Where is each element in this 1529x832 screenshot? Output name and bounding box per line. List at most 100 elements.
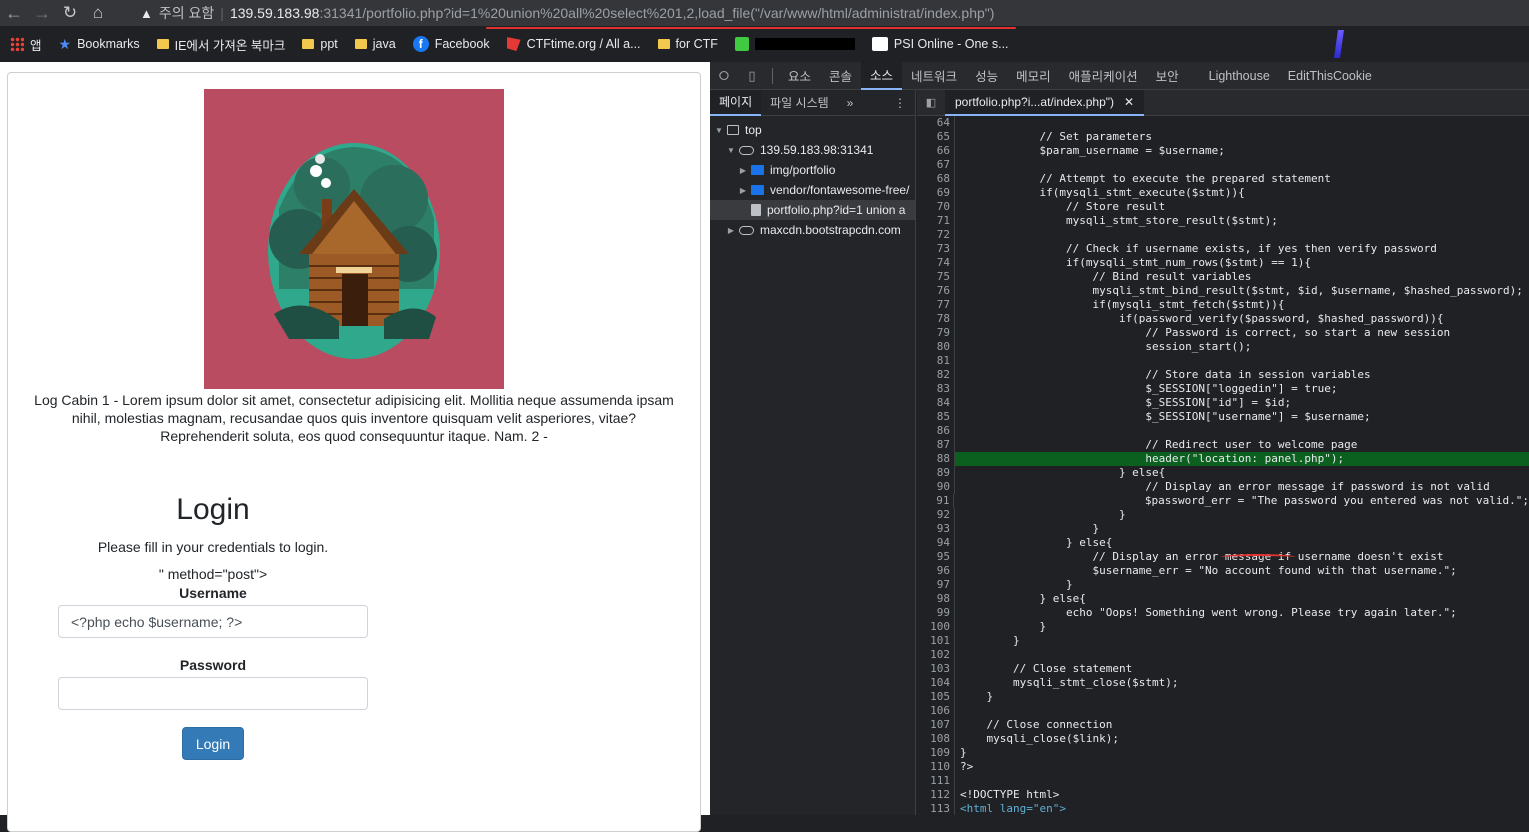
- line-number[interactable]: 100: [917, 620, 955, 634]
- tab-filesystem[interactable]: 파일 시스템: [761, 90, 838, 116]
- code-line[interactable]: 75 // Bind result variables: [917, 270, 1529, 284]
- line-number[interactable]: 97: [917, 578, 955, 592]
- line-number[interactable]: 80: [917, 340, 955, 354]
- toggle-navigator-icon[interactable]: ◧: [917, 90, 945, 116]
- line-number[interactable]: 88: [917, 452, 955, 466]
- inspect-icon[interactable]: ⭘: [710, 62, 738, 90]
- line-number[interactable]: 78: [917, 312, 955, 326]
- address-bar[interactable]: ▲ 주의 요함 | 139.59.183.98:31341/portfolio.…: [140, 0, 994, 26]
- line-number[interactable]: 106: [917, 704, 955, 718]
- line-number[interactable]: 91: [917, 494, 955, 508]
- code-line[interactable]: 71 mysqli_stmt_store_result($stmt);: [917, 214, 1529, 228]
- home-icon[interactable]: ⌂: [84, 0, 112, 26]
- code-line[interactable]: 86: [917, 424, 1529, 438]
- code-line[interactable]: 108 mysqli_close($link);: [917, 732, 1529, 746]
- line-number[interactable]: 67: [917, 158, 955, 172]
- code-line[interactable]: 79 // Password is correct, so start a ne…: [917, 326, 1529, 340]
- line-number[interactable]: 70: [917, 200, 955, 214]
- line-number[interactable]: 76: [917, 284, 955, 298]
- line-number[interactable]: 75: [917, 270, 955, 284]
- tab-security[interactable]: 보안: [1147, 62, 1188, 90]
- tab-lighthouse[interactable]: Lighthouse: [1200, 62, 1279, 90]
- tab-console[interactable]: 콘솔: [820, 62, 861, 90]
- line-number[interactable]: 99: [917, 606, 955, 620]
- code-line[interactable]: 85 $_SESSION["username"] = $username;: [917, 410, 1529, 424]
- line-number[interactable]: 113: [917, 802, 955, 815]
- code-line[interactable]: 83 $_SESSION["loggedin"] = true;: [917, 382, 1529, 396]
- code-line[interactable]: 69 if(mysqli_stmt_execute($stmt)){: [917, 186, 1529, 200]
- code-line[interactable]: 73 // Check if username exists, if yes t…: [917, 242, 1529, 256]
- tab-sources[interactable]: 소스: [861, 61, 903, 90]
- code-line[interactable]: 105 }: [917, 690, 1529, 704]
- line-number[interactable]: 101: [917, 634, 955, 648]
- line-number[interactable]: 110: [917, 760, 955, 774]
- code-line[interactable]: 90 // Display an error message if passwo…: [917, 480, 1529, 494]
- line-number[interactable]: 65: [917, 130, 955, 144]
- tree-item-top[interactable]: ▼ top: [710, 120, 915, 140]
- line-number[interactable]: 85: [917, 410, 955, 424]
- code-line[interactable]: 66 $param_username = $username;: [917, 144, 1529, 158]
- tab-application[interactable]: 애플리케이션: [1060, 62, 1147, 90]
- line-number[interactable]: 83: [917, 382, 955, 396]
- line-number[interactable]: 98: [917, 592, 955, 606]
- tab-network[interactable]: 네트워크: [902, 62, 966, 90]
- line-number[interactable]: 66: [917, 144, 955, 158]
- close-icon[interactable]: ✕: [1124, 95, 1134, 109]
- tab-editthiscookie[interactable]: EditThisCookie: [1279, 62, 1381, 90]
- line-number[interactable]: 73: [917, 242, 955, 256]
- line-number[interactable]: 64: [917, 116, 955, 130]
- line-number[interactable]: 111: [917, 774, 955, 788]
- line-number[interactable]: 95: [917, 550, 955, 564]
- line-number[interactable]: 71: [917, 214, 955, 228]
- code-line[interactable]: 112 <!DOCTYPE html>: [917, 788, 1529, 802]
- code-line[interactable]: 80 session_start();: [917, 340, 1529, 354]
- code-line[interactable]: 98 } else{: [917, 592, 1529, 606]
- reload-icon[interactable]: ↻: [56, 0, 84, 26]
- line-number[interactable]: 94: [917, 536, 955, 550]
- code-line[interactable]: 93 }: [917, 522, 1529, 536]
- code-line[interactable]: 99 echo "Oops! Something went wrong. Ple…: [917, 606, 1529, 620]
- code-line[interactable]: 65 // Set parameters: [917, 130, 1529, 144]
- line-number[interactable]: 74: [917, 256, 955, 270]
- code-line[interactable]: 111: [917, 774, 1529, 788]
- line-number[interactable]: 103: [917, 662, 955, 676]
- code-line[interactable]: 101 }: [917, 634, 1529, 648]
- code-line[interactable]: 103 // Close statement: [917, 662, 1529, 676]
- code-line[interactable]: 107 // Close connection: [917, 718, 1529, 732]
- line-number[interactable]: 69: [917, 186, 955, 200]
- insecure-label[interactable]: 주의 요함: [159, 3, 214, 23]
- login-button[interactable]: Login: [182, 727, 244, 760]
- line-number[interactable]: 105: [917, 690, 955, 704]
- password-field[interactable]: [58, 677, 368, 710]
- line-number[interactable]: 72: [917, 228, 955, 242]
- line-number[interactable]: 89: [917, 466, 955, 480]
- line-number[interactable]: 107: [917, 718, 955, 732]
- code-line[interactable]: 78 if(password_verify($password, $hashed…: [917, 312, 1529, 326]
- line-number[interactable]: 82: [917, 368, 955, 382]
- code-line[interactable]: 72: [917, 228, 1529, 242]
- code-line[interactable]: 82 // Store data in session variables: [917, 368, 1529, 382]
- code-view[interactable]: 64 65 // Set parameters 66 $param_username…: [917, 116, 1529, 815]
- bookmark-psi[interactable]: PSI Online - One s...: [871, 37, 1009, 51]
- line-number[interactable]: 77: [917, 298, 955, 312]
- line-number[interactable]: 108: [917, 732, 955, 746]
- code-line[interactable]: 110 ?>: [917, 760, 1529, 774]
- code-line[interactable]: 81: [917, 354, 1529, 368]
- tree-item-host[interactable]: ▼ 139.59.183.98:31341: [710, 140, 915, 160]
- line-number[interactable]: 81: [917, 354, 955, 368]
- code-line[interactable]: 89 } else{: [917, 466, 1529, 480]
- line-number[interactable]: 68: [917, 172, 955, 186]
- code-line[interactable]: 91 $password_err = "The password you ent…: [917, 494, 1529, 508]
- code-line[interactable]: 67: [917, 158, 1529, 172]
- code-line[interactable]: 94 } else{: [917, 536, 1529, 550]
- code-line[interactable]: 102: [917, 648, 1529, 662]
- code-line[interactable]: 109}: [917, 746, 1529, 760]
- editor-tab[interactable]: portfolio.php?i...at/index.php") ✕: [945, 89, 1145, 116]
- code-line[interactable]: 64: [917, 116, 1529, 130]
- bookmark-facebook[interactable]: f Facebook: [412, 36, 490, 52]
- username-field[interactable]: <?php echo $username; ?>: [58, 605, 368, 638]
- line-number[interactable]: 92: [917, 508, 955, 522]
- code-line[interactable]: 100 }: [917, 620, 1529, 634]
- line-number[interactable]: 86: [917, 424, 955, 438]
- line-number[interactable]: 109: [917, 746, 955, 760]
